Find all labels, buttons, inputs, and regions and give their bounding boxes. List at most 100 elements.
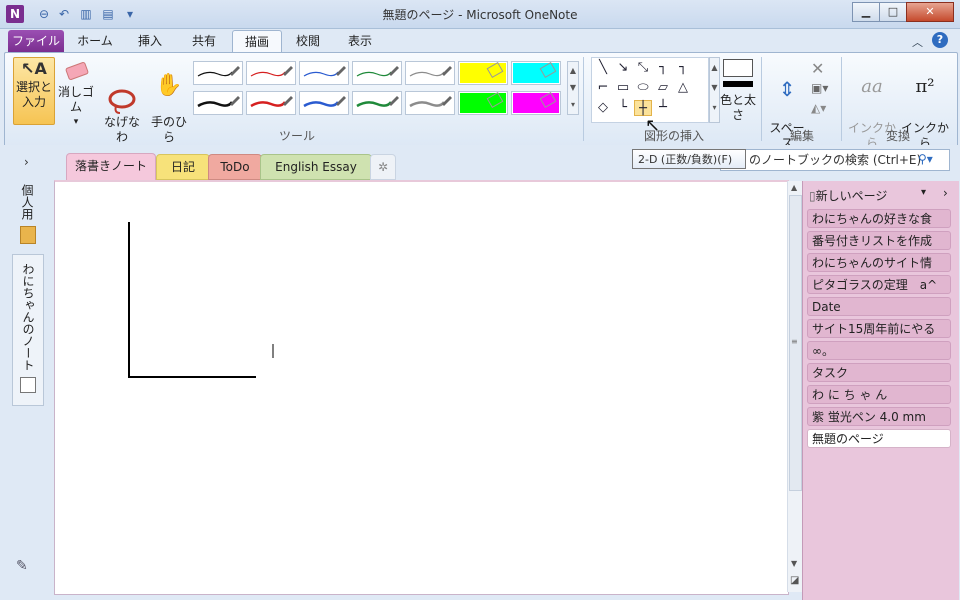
pen-swatch[interactable]	[458, 61, 508, 85]
pen-swatch[interactable]	[246, 91, 296, 115]
insert-space-icon: ⇕	[778, 77, 796, 101]
maximize-button[interactable]: □	[879, 2, 907, 22]
section-tab-english-essay[interactable]: English Essay	[260, 154, 372, 180]
pen-swatch[interactable]	[511, 61, 561, 85]
rotate-icon[interactable]: ◭▾	[811, 101, 826, 115]
page-list-item[interactable]: わ に ち ゃ ん	[807, 385, 951, 404]
new-section-icon[interactable]: ✲	[370, 154, 396, 180]
pen-swatch[interactable]	[511, 91, 561, 115]
notebook-personal[interactable]: 個人用	[12, 184, 42, 250]
notebook-search-input[interactable]: のノートブックの検索 (Ctrl+E)	[720, 149, 950, 171]
window-title: 無題のページ - Microsoft OneNote	[382, 8, 578, 22]
collapse-page-list-icon[interactable]: ›	[943, 186, 948, 200]
notebook-wani[interactable]: わにちゃんのノート	[12, 254, 44, 406]
expand-navigation-icon[interactable]: ›	[24, 155, 29, 169]
color-and-thickness-button[interactable]: 色と太さ	[717, 57, 759, 122]
ellipse-shape-icon[interactable]: ⬭	[634, 80, 652, 96]
page-list-item[interactable]: ∞。	[807, 341, 951, 360]
shape-gallery: ╲ ↘ ⤡ ┐ ┐ ⌐ ▭ ⬭ ▱ △ ◇ └ ┼ ┴	[591, 57, 709, 123]
diamond-shape-icon[interactable]: ◇	[594, 100, 612, 116]
scroll-down-icon[interactable]: ▼	[791, 559, 797, 568]
page-list-item[interactable]: 無題のページ	[807, 429, 951, 448]
line-shape-icon[interactable]: ╲	[594, 60, 612, 76]
tab-draw[interactable]: 描画	[232, 30, 282, 54]
pen-swatch[interactable]	[405, 91, 455, 115]
ribbon: ↖A 選択と 入力 消しゴム ▾ なげなわ 選択 ✋ 手のひら ツール ▲▼▾ …	[4, 52, 958, 165]
ink-to-math-button[interactable]: π² インクから 数式	[899, 57, 951, 165]
eraser-button[interactable]: 消しゴム ▾	[55, 57, 97, 127]
delete-icon[interactable]: ✕	[811, 59, 824, 78]
color-swatch-icon	[723, 59, 753, 77]
section-tab-nikki[interactable]: 日記	[156, 154, 210, 180]
unfiled-notes-icon[interactable]: ✎	[16, 558, 38, 576]
lasso-select-button[interactable]: なげなわ 選択	[99, 57, 145, 159]
pen-swatch[interactable]	[458, 91, 508, 115]
section-tab-row: › 落書きノート 日記 ToDo English Essay ✲ のノートブック…	[0, 145, 960, 181]
pen-swatch[interactable]	[352, 61, 402, 85]
pen-swatch[interactable]	[299, 61, 349, 85]
lasso-icon	[99, 72, 145, 114]
scroll-up-icon[interactable]: ▲	[791, 183, 797, 192]
shape-tooltip: 2-D (正数/負数)(F)	[632, 149, 746, 169]
tab-file[interactable]: ファイル	[8, 30, 64, 52]
ink-to-text-button[interactable]: aa インクから テキスト	[845, 57, 899, 165]
corner-shape-icon[interactable]: ┐	[654, 60, 672, 76]
tab-review[interactable]: 校閲	[284, 30, 332, 52]
edit-group-label: 編集	[789, 129, 814, 143]
tab-insert[interactable]: 挿入	[126, 30, 174, 52]
tab-home[interactable]: ホーム	[70, 30, 120, 52]
page-options-icon[interactable]: ◪	[790, 575, 799, 586]
select-and-type-button[interactable]: ↖A 選択と 入力	[13, 57, 55, 125]
section-tab-todo[interactable]: ToDo	[208, 154, 262, 180]
search-icon[interactable]: ⚲▾	[918, 152, 933, 166]
pen-swatch[interactable]	[246, 61, 296, 85]
pan-tool-button[interactable]: ✋ 手のひら ツール	[147, 57, 191, 159]
pen-swatch[interactable]	[299, 91, 349, 115]
page-list-item[interactable]: わにちゃんの好きな食	[807, 209, 951, 228]
new-page-button[interactable]: ▯新しいページ	[809, 187, 935, 205]
notebook-icon	[20, 226, 36, 244]
arrow-shape-icon[interactable]: ↘	[614, 60, 632, 76]
tab-view[interactable]: 表示	[336, 30, 384, 52]
pen-swatch[interactable]	[405, 61, 455, 85]
corner-arrow-shape-icon[interactable]: ┐	[674, 60, 692, 76]
notebook-navigation-pane: 個人用 わにちゃんのノート ✎	[0, 180, 54, 600]
pen-swatch[interactable]	[193, 61, 243, 85]
group-separator	[841, 57, 842, 141]
page-list-pane: ▯新しいページ ▾ › わにちゃんの好きな食 番号付きリストを作成 わにちゃんのサイ…	[802, 181, 959, 600]
new-page-dropdown-icon[interactable]: ▾	[921, 187, 926, 198]
insert-space-button[interactable]: ⇕ スペース の挿入	[765, 57, 809, 165]
pen-swatch[interactable]	[193, 91, 243, 115]
close-button[interactable]: ✕	[906, 2, 954, 22]
drawn-corner-line	[128, 222, 256, 378]
scroll-grip-icon: ≡	[791, 337, 798, 346]
rectangle-shape-icon[interactable]: ▭	[614, 80, 632, 96]
bracket-arrow-shape-icon[interactable]: ⌐	[594, 80, 612, 96]
xy-graph-shape-icon[interactable]: └	[614, 100, 632, 116]
page-list-item[interactable]: わにちゃんのサイト情	[807, 253, 951, 272]
help-icon[interactable]: ?	[932, 32, 948, 48]
double-arrow-shape-icon[interactable]: ⤡	[634, 60, 652, 76]
tab-share[interactable]: 共有	[180, 30, 228, 52]
page-list-item[interactable]: タスク	[807, 363, 951, 382]
page-list-item[interactable]: 紫 蛍光ペン 4.0 mm	[807, 407, 951, 426]
page-vertical-scrollbar[interactable]: ▲ ≡ ▼ ◪	[787, 181, 802, 592]
page-list-item[interactable]: ピタゴラスの定理 a^	[807, 275, 951, 294]
page-list-item[interactable]: サイト15周年前にやる	[807, 319, 951, 338]
page-list-item[interactable]: 番号付きリストを作成	[807, 231, 951, 250]
parallelogram-shape-icon[interactable]: ▱	[654, 80, 672, 96]
ribbon-tab-row: ファイル ホーム 挿入 共有 描画 校閲 表示 ︿ ?	[0, 28, 960, 54]
convert-group-label: 変換	[885, 129, 910, 143]
pen-gallery-scroll[interactable]: ▲ ▼ ▾	[567, 61, 579, 115]
page-list-item[interactable]: Date	[807, 297, 951, 316]
3d-graph-shape-icon[interactable]: ┴	[654, 100, 672, 116]
page-canvas[interactable]	[54, 180, 789, 595]
triangle-shape-icon[interactable]: △	[674, 80, 692, 96]
pen-swatch[interactable]	[352, 91, 402, 115]
section-tab-rakugaki[interactable]: 落書きノート	[66, 153, 156, 180]
thickness-icon	[723, 81, 753, 87]
collapse-ribbon-icon[interactable]: ︿	[912, 34, 923, 50]
2d-graph-shape-icon[interactable]: ┼	[634, 100, 652, 116]
arrange-icon[interactable]: ▣▾	[811, 81, 828, 95]
minimize-button[interactable]: ▁	[852, 2, 880, 22]
